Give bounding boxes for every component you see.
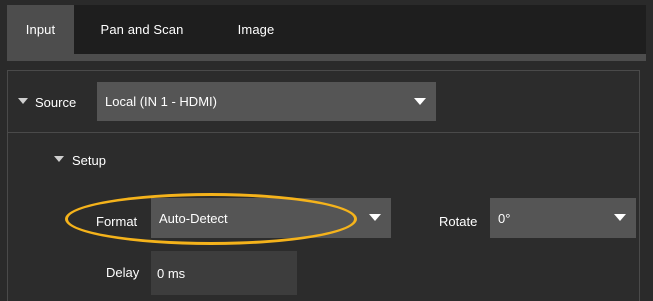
input-settings-window: Input Pan and Scan Image Source Local (I… [0,0,653,301]
delay-input[interactable]: 0 ms [151,251,297,295]
source-row: Source Local (IN 1 - HDMI) [8,71,639,133]
setup-expand-caret-icon[interactable] [54,156,64,162]
tab-image-label: Image [237,22,275,37]
rotate-dropdown-arrow-icon [614,214,626,221]
setup-label: Setup [72,153,106,168]
source-label: Source [35,95,77,110]
tab-image[interactable]: Image [221,5,291,54]
tab-pan-and-scan-label: Pan and Scan [100,22,184,37]
tab-bar: Input Pan and Scan Image [7,5,646,54]
input-panel: Source Local (IN 1 - HDMI) Setup Format … [7,70,640,301]
format-dropdown[interactable]: Auto-Detect [151,198,391,238]
rotate-dropdown[interactable]: 0° [490,198,636,238]
source-dropdown[interactable]: Local (IN 1 - HDMI) [97,82,436,121]
format-dropdown-value: Auto-Detect [159,210,228,226]
format-dropdown-arrow-icon [369,214,381,221]
source-expand-caret-icon[interactable] [18,98,28,104]
tab-pan-and-scan[interactable]: Pan and Scan [92,5,192,54]
rotate-label: Rotate [439,214,478,229]
delay-label: Delay [106,265,140,280]
rotate-dropdown-value: 0° [498,210,511,226]
tab-underline [7,54,646,61]
format-label: Format [96,214,138,229]
source-dropdown-value: Local (IN 1 - HDMI) [105,94,217,109]
delay-input-value: 0 ms [157,265,186,281]
tab-input-label: Input [25,22,56,37]
source-dropdown-arrow-icon [414,98,426,105]
tab-input[interactable]: Input [7,5,74,54]
